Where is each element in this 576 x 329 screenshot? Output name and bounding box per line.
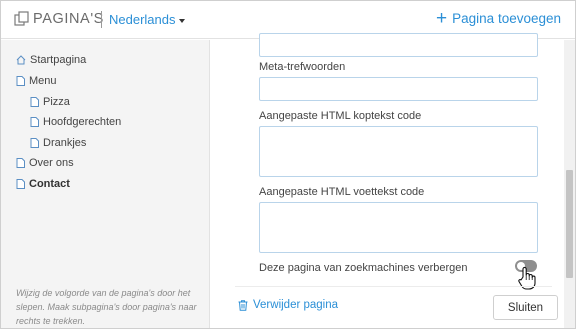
title-divider	[101, 11, 102, 28]
chevron-down-icon	[178, 18, 185, 23]
close-button[interactable]: Sluiten	[493, 295, 558, 320]
sidebar-item-label: Menu	[29, 75, 57, 87]
pages-icon	[14, 11, 29, 26]
sidebar-item-contact[interactable]: Contact	[16, 178, 70, 190]
footer-divider	[235, 286, 552, 287]
delete-page-label: Verwijder pagina	[253, 299, 339, 311]
sidebar-help-text: Wijzig de volgorde van de pagina's door …	[16, 288, 197, 326]
sidebar-item-label: Startpagina	[30, 54, 87, 66]
trash-icon	[238, 299, 248, 311]
previous-field-input[interactable]	[259, 33, 538, 57]
app-title: PAGINA'S	[33, 11, 104, 27]
sidebar-item-pizza[interactable]: Pizza	[30, 96, 70, 108]
scrollbar-thumb[interactable]	[566, 170, 573, 278]
sidebar-item-label: Pizza	[43, 96, 70, 108]
page-icon	[30, 97, 39, 107]
add-page-button[interactable]: + Pagina toevoegen	[436, 9, 561, 28]
meta-keywords-input[interactable]	[259, 77, 538, 101]
add-page-label: Pagina toevoegen	[452, 11, 561, 26]
page-tree-sidebar: Startpagina Menu Pizza Hoofdgerechten Dr…	[1, 40, 210, 328]
pages-dialog: PAGINA'S Nederlands + Pagina toevoegen S…	[0, 0, 576, 329]
sidebar-item-hoofdgerechten[interactable]: Hoofdgerechten	[30, 116, 121, 128]
plus-icon: +	[436, 8, 448, 29]
page-icon	[30, 117, 39, 127]
language-select[interactable]: Nederlands	[109, 12, 185, 27]
sidebar-item-drankjes[interactable]: Drankjes	[30, 137, 86, 149]
page-icon	[16, 179, 25, 189]
scrollbar[interactable]	[564, 40, 575, 328]
sidebar-item-over-ons[interactable]: Over ons	[16, 157, 74, 169]
custom-footer-label: Aangepaste HTML voettekst code	[259, 186, 425, 198]
sidebar-item-label: Contact	[29, 178, 70, 190]
page-icon	[16, 76, 25, 86]
sidebar-item-label: Hoofdgerechten	[43, 116, 122, 128]
custom-footer-textarea[interactable]	[259, 202, 538, 253]
sidebar-item-menu[interactable]: Menu	[16, 75, 57, 87]
page-settings-panel: Meta-trefwoorden Aangepaste HTML kopteks…	[211, 33, 575, 328]
custom-header-label: Aangepaste HTML koptekst code	[259, 110, 422, 122]
page-icon	[30, 138, 39, 148]
hide-from-search-label: Deze pagina van zoekmachines verbergen	[259, 262, 468, 274]
page-icon	[16, 158, 25, 168]
language-label: Nederlands	[109, 12, 176, 27]
delete-page-button[interactable]: Verwijder pagina	[238, 299, 338, 311]
meta-keywords-label: Meta-trefwoorden	[259, 61, 346, 73]
custom-header-textarea[interactable]	[259, 126, 538, 177]
home-icon	[16, 55, 26, 65]
sidebar-item-startpagina[interactable]: Startpagina	[16, 54, 86, 66]
sidebar-item-label: Drankjes	[43, 137, 87, 149]
sidebar-item-label: Over ons	[29, 157, 74, 169]
